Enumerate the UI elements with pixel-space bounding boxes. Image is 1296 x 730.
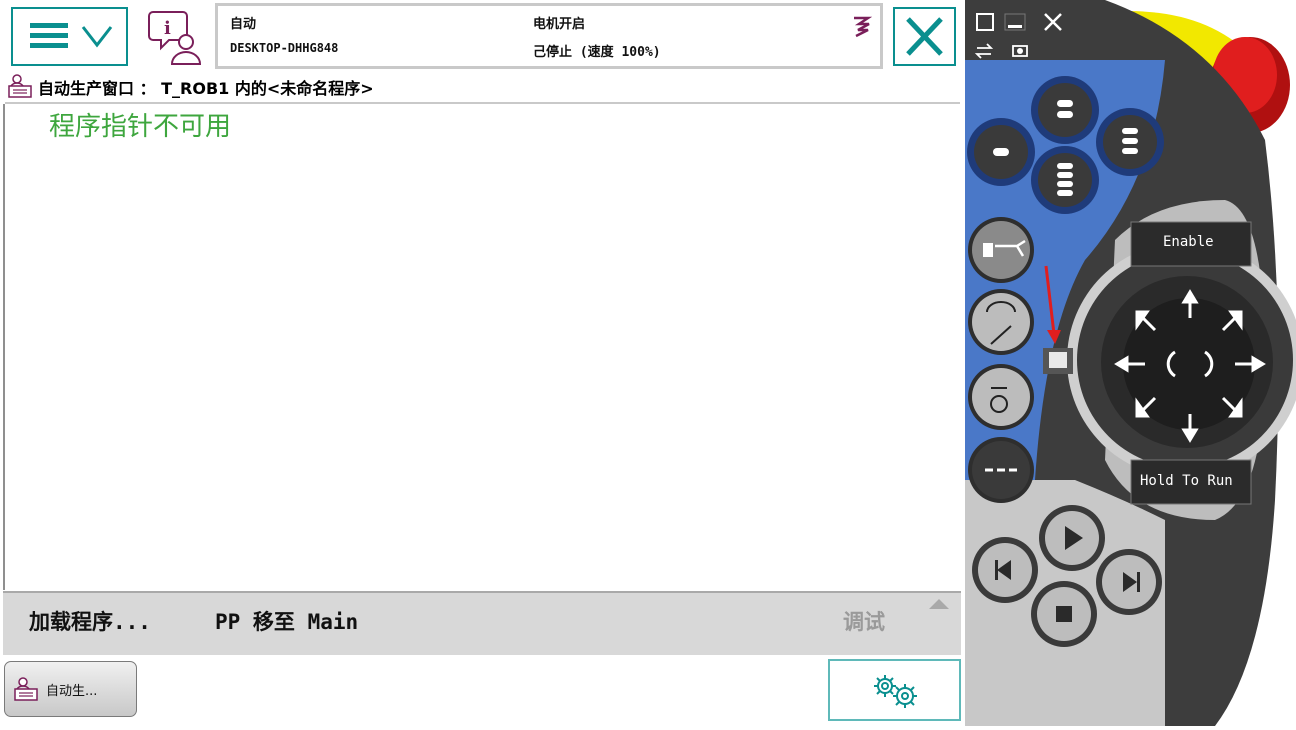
close-button[interactable] [893,7,956,66]
task-tab-label: 自动生... [46,684,98,699]
chevron-up-icon[interactable] [927,597,951,611]
program-pointer-message: 程序指针不可用 [49,112,232,142]
menu-icon [30,23,113,48]
minimize-pendant-button[interactable] [1006,8,1028,28]
operation-mode: 自动 [230,17,257,32]
hold-to-run-button[interactable] [1131,460,1251,504]
stop-button [1031,581,1097,647]
program-view[interactable] [3,104,963,590]
gears-icon [874,675,917,708]
increment-key [968,364,1034,430]
camera-icon [1012,45,1028,57]
production-window-icon [14,677,38,701]
close-pendant-button[interactable] [1042,8,1066,28]
controller-name: DESKTOP-DHHG848 [230,41,339,55]
swap-icon [974,43,994,59]
production-window-icon [8,74,32,98]
mechanical-unit-key [968,217,1034,283]
quickset-button[interactable] [828,659,961,721]
maximize-pendant-button[interactable] [986,8,1006,28]
start-button [1039,505,1105,571]
joystick[interactable] [1130,290,1250,440]
close-icon [906,17,943,56]
event-log-icon[interactable]: i [148,8,208,66]
step-forward-button [1096,549,1162,615]
svg-text:i: i [164,18,171,39]
motor-state: 电机开启 [533,17,586,32]
prog-key-1 [1031,76,1099,144]
pp-to-main-button[interactable]: PP 移至 Main [215,606,358,636]
task-bar [3,655,961,726]
window-title: 自动生产窗口 ： T_ROB1 内的<未命名程序> [38,79,374,98]
step-backward-button [972,537,1038,603]
debug-button[interactable]: 调试 [843,606,885,636]
prog-key-3 [1031,146,1099,214]
status-bar[interactable]: 自动 DESKTOP-DHHG848 电机开启 己停止 (速度 100%) [215,3,883,69]
toggle-key [968,437,1034,503]
motion-mode-key [968,289,1034,355]
load-program-button[interactable]: 加载程序... [29,606,151,636]
enable-button[interactable] [1131,222,1251,266]
abb-menu-button[interactable] [11,7,128,66]
program-state: 己停止 (速度 100%) [533,45,661,60]
robot-status-icon [854,16,872,38]
